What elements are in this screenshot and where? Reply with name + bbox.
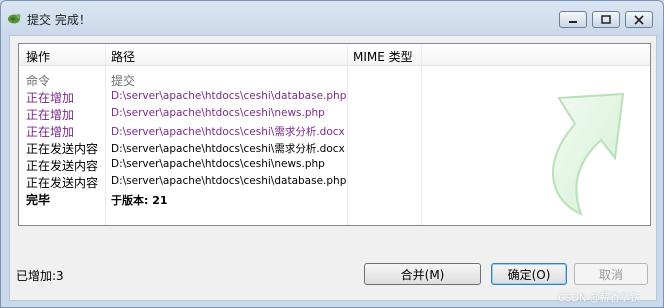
- row-operation: 正在发送内容: [26, 159, 99, 173]
- row-path: 于版本: 21: [111, 194, 168, 207]
- row-operation: 正在增加: [26, 91, 75, 105]
- maximize-button[interactable]: [592, 11, 620, 28]
- column-header-mime[interactable]: MIME 类型: [353, 48, 413, 65]
- column-header-operation[interactable]: 操作: [26, 48, 50, 65]
- row-operation: 正在发送内容: [26, 142, 99, 156]
- row-operation: 完毕: [26, 193, 51, 207]
- list-header: 操作 路径 MIME 类型: [19, 44, 650, 66]
- row-path: 提交: [111, 74, 136, 88]
- added-count-label: 已增加:3: [16, 269, 64, 283]
- watermark: CSDN @薪香拿铁: [558, 293, 640, 304]
- row-path: D:\server\apache\htdocs\ceshi\database.p…: [111, 90, 347, 102]
- row-path: D:\server\apache\htdocs\ceshi\database.p…: [111, 175, 347, 187]
- close-icon: [634, 14, 644, 25]
- merge-button[interactable]: 合并(M): [364, 263, 481, 285]
- tortoise-svn-icon: [8, 14, 21, 24]
- close-button[interactable]: [625, 11, 653, 28]
- row-operation: 正在发送内容: [26, 176, 99, 190]
- ok-button[interactable]: 确定(O): [491, 263, 567, 285]
- commit-arrow-icon: [552, 92, 625, 216]
- row-path: D:\server\apache\htdocs\ceshi\需求分析.docx: [111, 126, 345, 138]
- window-title: 提交 完成！: [27, 13, 91, 27]
- commit-log-list[interactable]: 操作 路径 MIME 类型 命令 提交 正在增加 D:\server\apach…: [18, 43, 651, 226]
- row-operation: 正在增加: [26, 125, 75, 139]
- commit-finished-window: 提交 完成！ 操作 路径 MIME 类型 命令 提交 正在增加 D:\serve…: [0, 0, 664, 308]
- dialog-body: 操作 路径 MIME 类型 命令 提交 正在增加 D:\server\apach…: [9, 35, 657, 301]
- row-operation: 正在增加: [26, 108, 75, 122]
- column-header-path[interactable]: 路径: [111, 48, 135, 65]
- row-path: D:\server\apache\htdocs\ceshi\需求分析.docx: [111, 143, 345, 155]
- maximize-icon: [601, 15, 611, 24]
- list-item[interactable]: 命令 提交: [19, 71, 650, 88]
- row-operation: 命令: [26, 74, 51, 88]
- row-path: D:\server\apache\htdocs\ceshi\news.php: [111, 107, 325, 119]
- minimize-icon: [569, 20, 577, 23]
- cancel-button[interactable]: 取消: [574, 263, 648, 285]
- title-bar[interactable]: 提交 完成！: [1, 1, 663, 35]
- minimize-button[interactable]: [559, 11, 587, 28]
- row-path: D:\server\apache\htdocs\ceshi\news.php: [111, 158, 325, 170]
